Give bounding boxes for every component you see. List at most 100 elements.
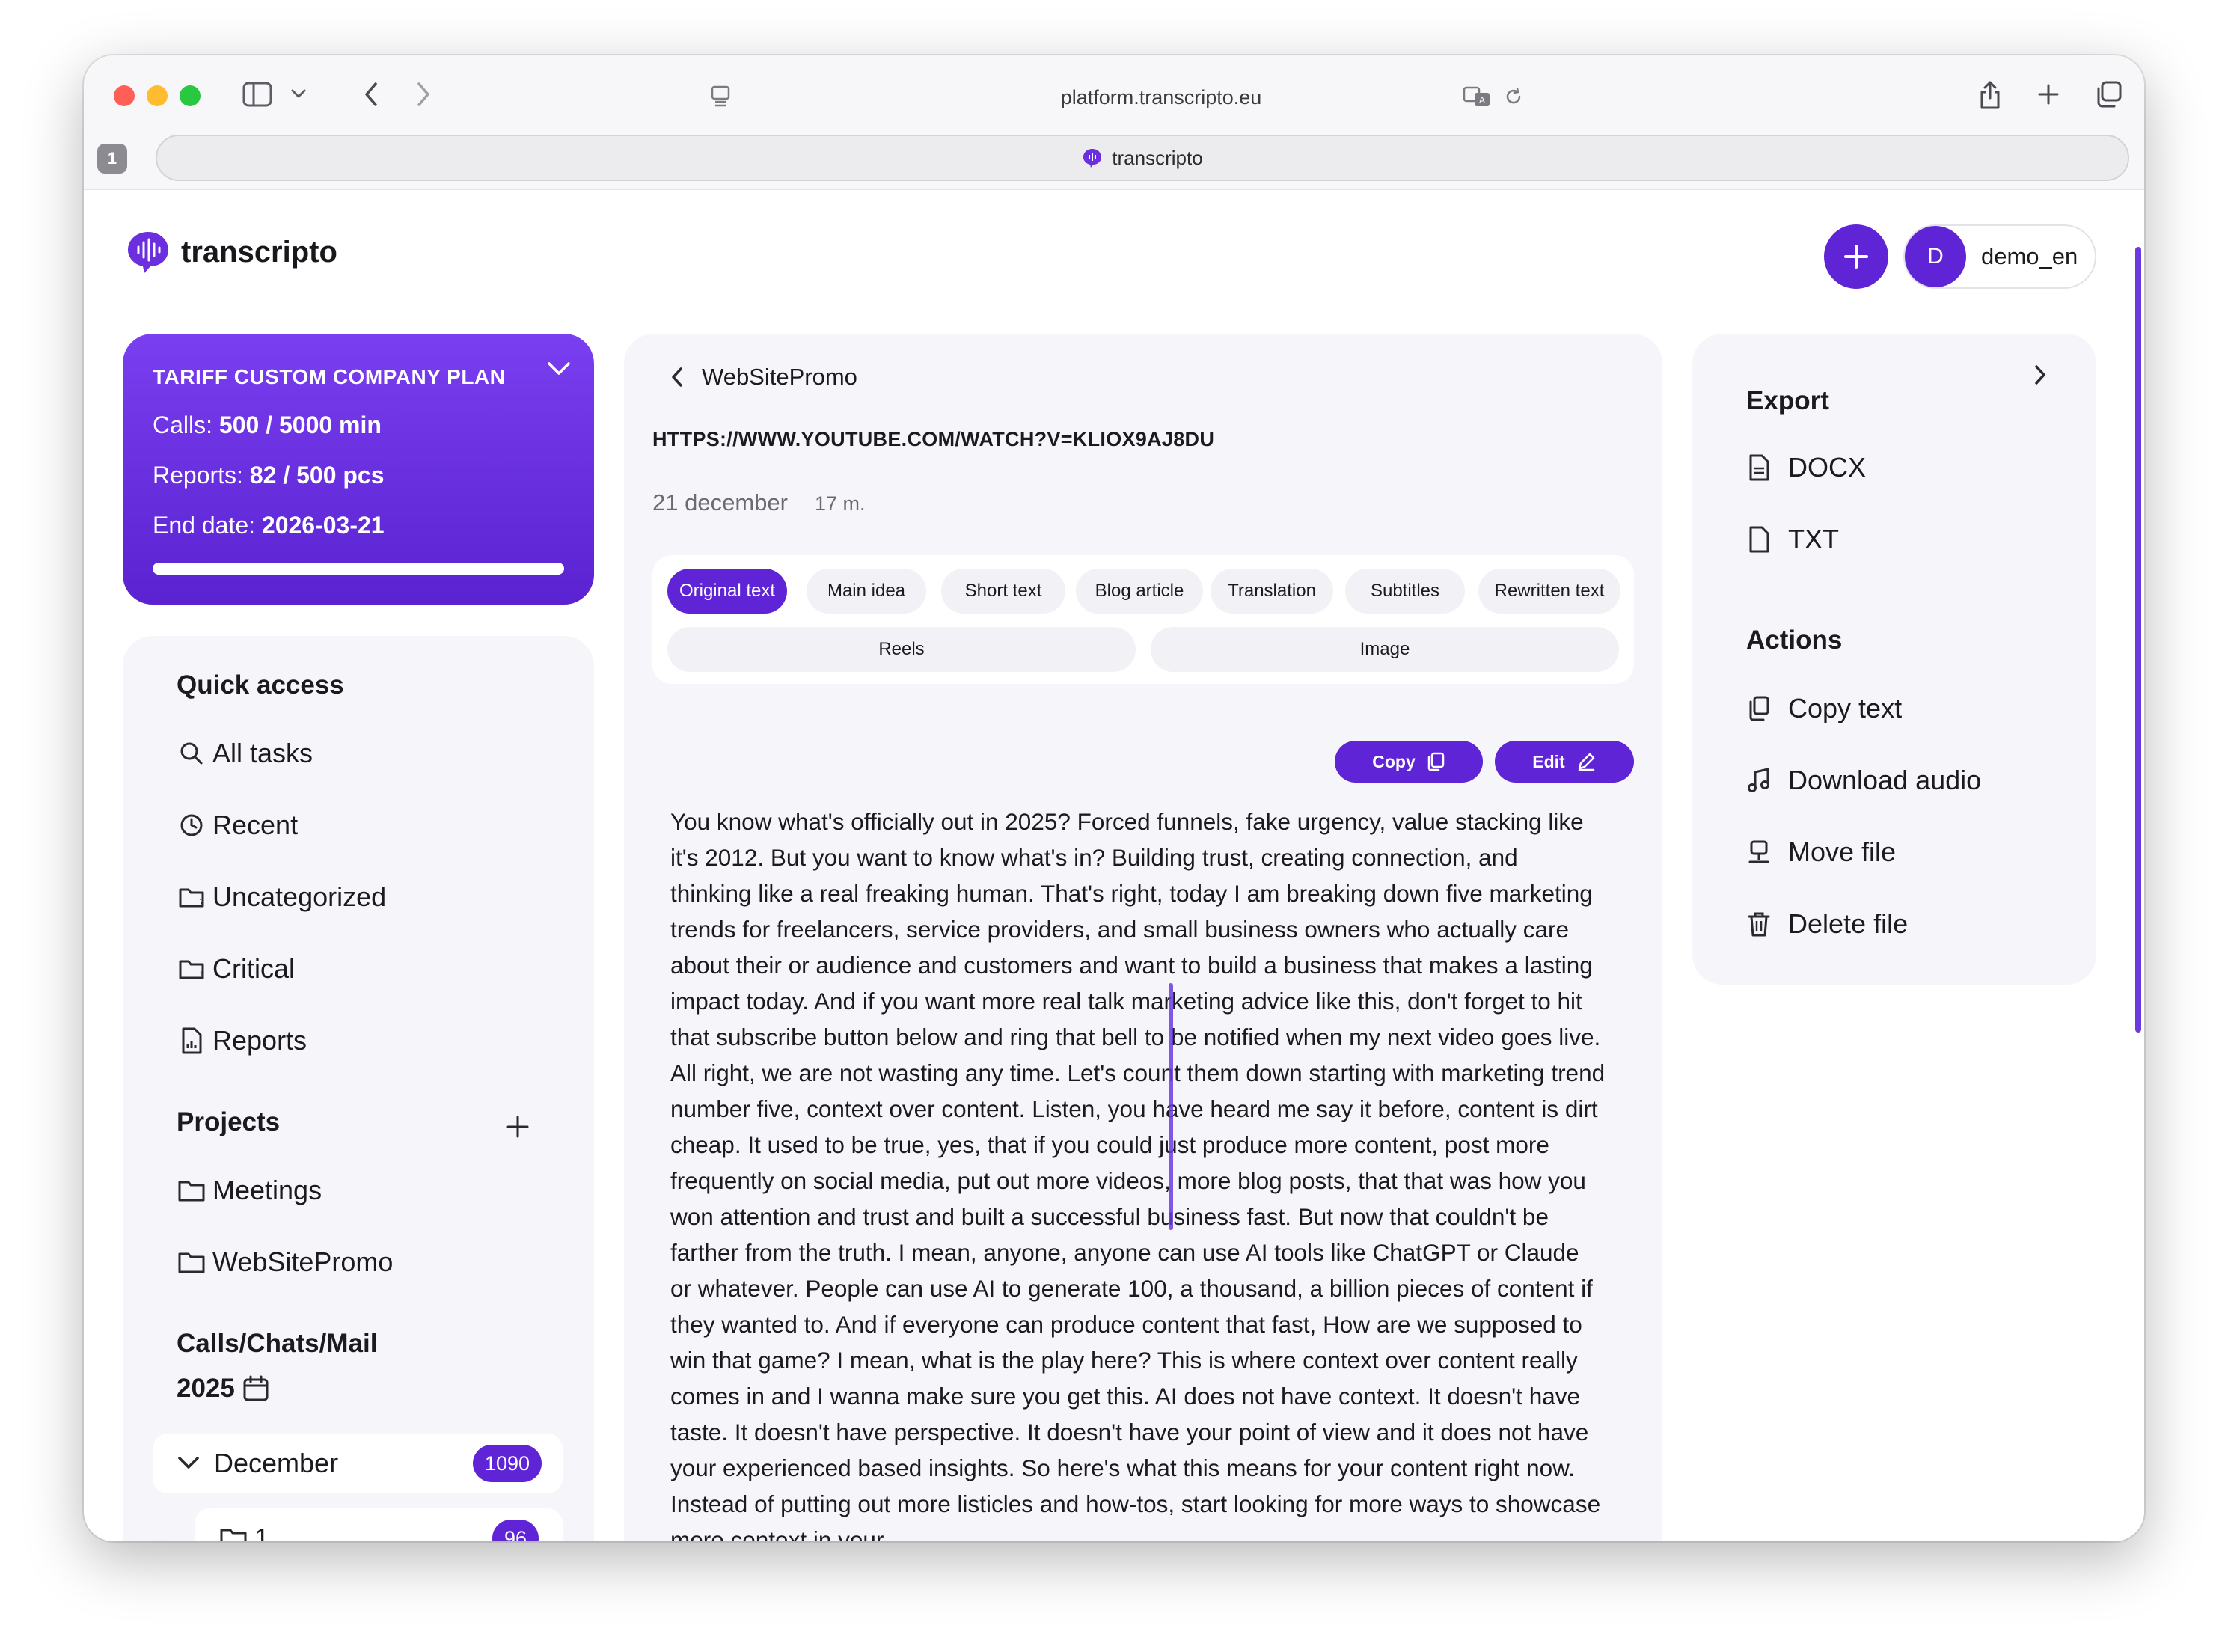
browser-toolbar: platform.transcripto.eu A 1 transcripto — [84, 55, 2144, 190]
chevron-left-icon — [672, 367, 682, 387]
app-logo[interactable]: transcripto — [126, 229, 337, 275]
project-label: Meetings — [212, 1175, 322, 1205]
folder-count-badge: 96 — [492, 1520, 539, 1541]
tariff-calls: Calls: 500 / 5000 min — [153, 412, 382, 438]
copy-text-label: Copy text — [1788, 693, 1903, 723]
transcript-scrollbar[interactable] — [1169, 983, 1173, 1230]
tariff-progress-fill — [153, 563, 564, 575]
folder-question-icon: ? — [179, 888, 204, 909]
zoom-window-button[interactable] — [180, 85, 201, 106]
brand-name: transcripto — [181, 235, 337, 269]
sidebar-item-uncategorized[interactable]: ? Uncategorized — [177, 881, 386, 913]
export-heading: Export — [1746, 386, 1829, 415]
back-label: WebSitePromo — [702, 364, 857, 390]
folder-alert-icon: ! — [179, 960, 204, 982]
tab-reels[interactable]: Reels — [667, 627, 1136, 672]
project-label: WebSitePromo — [212, 1246, 394, 1277]
chevron-down-icon — [178, 1457, 199, 1469]
month-row-december[interactable]: December 1090 — [153, 1434, 563, 1493]
sidebar-item-recent[interactable]: Recent — [177, 810, 298, 841]
view-tabs: Original text Main idea Short text Blog … — [652, 555, 1634, 684]
tariff-end-date: End date: 2026-03-21 — [153, 512, 385, 539]
calendar-icon — [243, 1375, 269, 1401]
add-project-button[interactable] — [504, 1113, 531, 1140]
move-file-action[interactable]: Move file — [1746, 836, 1896, 868]
tariff-card: TARIFF CUSTOM COMPANY PLAN Calls: 500 / … — [123, 334, 594, 605]
page-scrollbar[interactable] — [2135, 247, 2141, 1032]
sidebar: Quick access All tasks Recent ? Uncatego… — [123, 636, 594, 1541]
forward-nav-icon[interactable] — [408, 76, 438, 112]
side-actions-panel: Export DOCX TXT Actions Copy text Downlo… — [1692, 334, 2096, 985]
tab-original-text[interactable]: Original text — [667, 569, 787, 614]
year-label: 2025 — [177, 1374, 235, 1403]
transcripto-logo-icon — [128, 232, 168, 273]
copy-text-action[interactable]: Copy text — [1746, 693, 1902, 724]
trash-icon — [1748, 912, 1770, 937]
actions-heading: Actions — [1746, 625, 1843, 655]
translate-icon[interactable]: A — [1462, 84, 1492, 109]
add-task-button[interactable] — [1824, 224, 1888, 289]
sidebar-item-all-tasks[interactable]: All tasks — [177, 738, 313, 769]
export-txt[interactable]: TXT — [1746, 524, 1839, 555]
active-tab[interactable]: transcripto — [156, 135, 2129, 181]
back-nav-icon[interactable] — [356, 76, 386, 112]
sidebar-item-label: All tasks — [212, 738, 313, 768]
reload-icon[interactable] — [1501, 84, 1526, 109]
new-tab-icon[interactable] — [2033, 79, 2063, 109]
sidebar-toggle-icon[interactable] — [241, 78, 274, 111]
move-file-label: Move file — [1788, 836, 1897, 867]
file-icon — [1749, 526, 1769, 553]
sidebar-item-reports[interactable]: Reports — [177, 1025, 307, 1056]
delete-file-action[interactable]: Delete file — [1746, 908, 1908, 940]
copy-icon — [1749, 696, 1769, 721]
download-audio-label: Download audio — [1788, 765, 1982, 795]
tab-subtitles[interactable]: Subtitles — [1345, 569, 1465, 614]
tariff-expand-icon[interactable] — [546, 361, 572, 377]
tariff-reports: Reports: 82 / 500 pcs — [153, 462, 385, 489]
project-item-websitepromo[interactable]: WebSitePromo — [177, 1246, 393, 1278]
share-icon[interactable] — [1974, 76, 2007, 114]
search-icon — [180, 742, 203, 765]
year-heading[interactable]: 2025 — [177, 1374, 271, 1404]
user-name: demo_en — [1981, 243, 2078, 269]
collapse-panel-icon[interactable] — [2033, 364, 2047, 386]
folder-icon — [220, 1529, 247, 1541]
chevron-down-icon[interactable] — [287, 82, 310, 105]
tab-translation[interactable]: Translation — [1211, 569, 1333, 614]
copy-button[interactable]: Copy — [1335, 741, 1483, 783]
close-window-button[interactable] — [114, 85, 135, 106]
app-content: transcripto D demo_en TARIFF CUSTOM COMP… — [84, 192, 2144, 1541]
export-docx[interactable]: DOCX — [1746, 452, 1866, 483]
tab-overview-icon[interactable] — [2092, 78, 2125, 111]
sidebar-item-label: Critical — [212, 953, 296, 984]
back-to-project[interactable]: WebSitePromo — [670, 364, 857, 391]
svg-text:!: ! — [199, 970, 203, 982]
minimize-window-button[interactable] — [147, 85, 168, 106]
project-item-meetings[interactable]: Meetings — [177, 1175, 322, 1206]
sidebar-item-critical[interactable]: ! Critical — [177, 953, 295, 985]
user-menu[interactable]: D demo_en — [1903, 224, 2096, 289]
month-count-badge: 1090 — [472, 1445, 542, 1482]
edit-button[interactable]: Edit — [1495, 741, 1634, 783]
transcript-text[interactable]: You know what's officially out in 2025? … — [670, 804, 1606, 1541]
plus-icon — [1844, 245, 1868, 269]
tab-group-count[interactable]: 1 — [97, 144, 127, 174]
tab-blog-article[interactable]: Blog article — [1076, 569, 1203, 614]
folder-row-1[interactable]: 1 96 — [195, 1508, 563, 1541]
tab-main-idea[interactable]: Main idea — [807, 569, 926, 614]
quick-access-heading: Quick access — [177, 670, 344, 700]
download-audio-action[interactable]: Download audio — [1746, 765, 1981, 796]
svg-text:?: ? — [199, 898, 204, 909]
sidebar-item-label: Recent — [212, 810, 299, 840]
source-url[interactable]: HTTPS://WWW.YOUTUBE.COM/WATCH?V=KLIOX9AJ… — [652, 428, 1214, 451]
file-duration: 17 m. — [814, 492, 866, 515]
avatar: D — [1905, 226, 1966, 287]
tab-short-text[interactable]: Short text — [941, 569, 1065, 614]
tab-image[interactable]: Image — [1151, 627, 1619, 672]
sidebar-item-label: Uncategorized — [212, 881, 387, 912]
folder-icon — [178, 1252, 205, 1273]
tariff-title: TARIFF CUSTOM COMPANY PLAN — [153, 365, 506, 388]
tab-rewritten-text[interactable]: Rewritten text — [1478, 569, 1620, 614]
export-docx-label: DOCX — [1788, 452, 1867, 483]
file-meta: 21 december 17 m. — [652, 489, 865, 516]
